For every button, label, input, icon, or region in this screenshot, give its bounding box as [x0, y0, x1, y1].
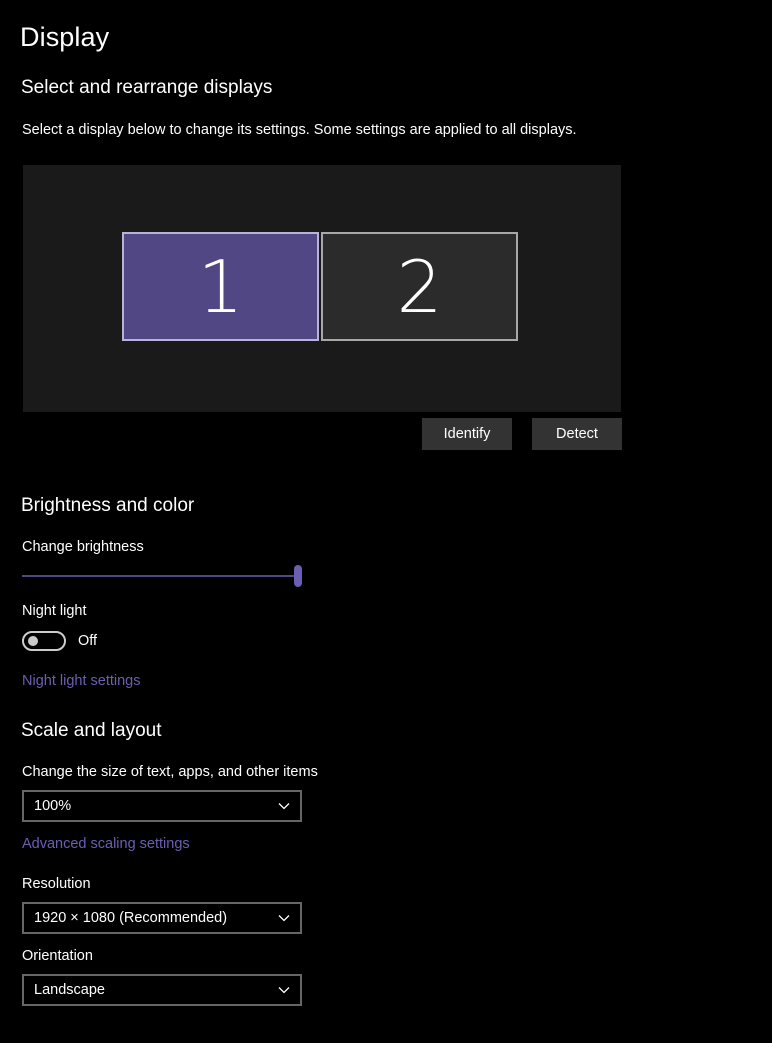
night-light-state: Off: [78, 633, 98, 649]
detect-button[interactable]: Detect: [532, 418, 622, 450]
advanced-scaling-link[interactable]: Advanced scaling settings: [22, 836, 190, 852]
scale-dropdown-value: 100%: [34, 798, 72, 814]
chevron-down-icon: [278, 987, 290, 994]
night-light-toggle[interactable]: [22, 631, 66, 651]
night-light-label: Night light: [22, 603, 87, 619]
scale-dropdown[interactable]: 100%: [22, 790, 302, 822]
page-title: Display: [20, 22, 110, 52]
night-light-settings-link[interactable]: Night light settings: [22, 673, 140, 689]
identify-button[interactable]: Identify: [422, 418, 512, 450]
chevron-down-icon: [278, 915, 290, 922]
display-2-tile[interactable]: 2: [321, 232, 518, 341]
arrange-heading: Select and rearrange displays: [21, 77, 273, 98]
resolution-label: Resolution: [22, 876, 91, 892]
display-1-tile[interactable]: 1: [122, 232, 319, 341]
chevron-down-icon: [278, 803, 290, 810]
toggle-knob: [28, 636, 38, 646]
orientation-dropdown[interactable]: Landscape: [22, 974, 302, 1006]
brightness-heading: Brightness and color: [21, 495, 195, 516]
arrange-description: Select a display below to change its set…: [22, 122, 577, 138]
brightness-slider-thumb[interactable]: [294, 565, 302, 587]
size-label: Change the size of text, apps, and other…: [22, 764, 318, 780]
orientation-dropdown-value: Landscape: [34, 982, 105, 998]
scale-heading: Scale and layout: [21, 720, 162, 741]
change-brightness-label: Change brightness: [22, 539, 144, 555]
brightness-slider-track[interactable]: [22, 575, 298, 577]
resolution-dropdown-value: 1920 × 1080 (Recommended): [34, 910, 228, 926]
display-arrangement-area[interactable]: 1 2: [23, 165, 621, 412]
orientation-label: Orientation: [22, 948, 93, 964]
resolution-dropdown[interactable]: 1920 × 1080 (Recommended): [22, 902, 302, 934]
